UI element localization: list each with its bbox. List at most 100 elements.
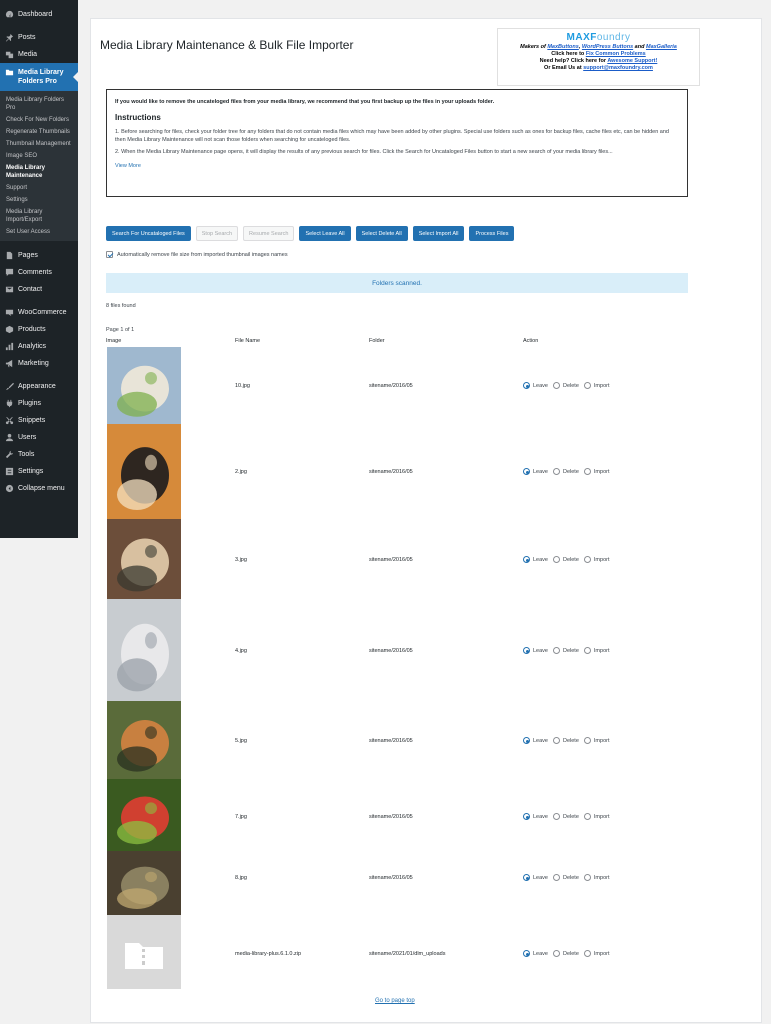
leave-label: Leave bbox=[533, 556, 548, 563]
page-icon bbox=[5, 251, 14, 260]
sidebar-item-snippets[interactable]: Snippets bbox=[0, 412, 78, 429]
leave-radio[interactable] bbox=[523, 737, 530, 744]
import-radio[interactable] bbox=[583, 737, 591, 744]
submenu-item-regenerate-thumbnails[interactable]: Regenerate Thumbnails bbox=[0, 126, 78, 138]
leave-radio[interactable] bbox=[523, 647, 530, 654]
sidebar-item-woocommerce[interactable]: WooCommerce bbox=[0, 304, 78, 321]
sidebar-item-tools[interactable]: Tools bbox=[0, 446, 78, 463]
file-name-cell: 8.jpg bbox=[235, 875, 247, 881]
delete-radio[interactable] bbox=[553, 382, 560, 389]
delete-radio[interactable] bbox=[553, 950, 560, 957]
resume-search-button[interactable]: Resume Search bbox=[243, 226, 295, 241]
leave-radio[interactable] bbox=[523, 468, 530, 475]
submenu-item-media-library-import-export[interactable]: Media Library Import/Export bbox=[0, 206, 78, 226]
sidebar-item-media-library-folders-pro[interactable]: Media Library Folders Pro bbox=[0, 63, 78, 91]
scissors-icon bbox=[5, 416, 14, 425]
settings-icon bbox=[5, 467, 14, 476]
import-radio[interactable] bbox=[583, 950, 591, 957]
search-uncataloged-button[interactable]: Search For Uncataloged Files bbox=[106, 226, 191, 241]
import-label: Import bbox=[593, 874, 610, 881]
leave-radio[interactable] bbox=[523, 813, 530, 820]
import-radio[interactable] bbox=[583, 556, 591, 563]
submenu-item-media-library-maintenance[interactable]: Media Library Maintenance bbox=[0, 162, 78, 182]
submenu-item-check-for-new-folders[interactable]: Check For New Folders bbox=[0, 114, 78, 126]
sidebar-item-label: Posts bbox=[18, 34, 36, 41]
delete-radio[interactable] bbox=[553, 647, 560, 654]
sidebar-item-pages[interactable]: Pages bbox=[0, 247, 78, 264]
process-files-button[interactable]: Process Files bbox=[469, 226, 515, 241]
action-toolbar: Search For Uncataloged Files Stop Search… bbox=[106, 226, 515, 241]
go-to-page-top-link[interactable]: Go to page top bbox=[375, 998, 415, 1004]
delete-radio[interactable] bbox=[553, 813, 560, 820]
leave-radio[interactable] bbox=[523, 950, 530, 957]
sidebar-item-products[interactable]: Products bbox=[0, 321, 78, 338]
leave-radio[interactable] bbox=[523, 556, 530, 563]
import-label: Import bbox=[593, 647, 610, 654]
maxfoundry-logo[interactable]: MAXFoundry bbox=[498, 32, 699, 44]
maxgalleria-link[interactable]: MaxGalleria bbox=[646, 44, 677, 50]
delete-radio[interactable] bbox=[553, 468, 560, 475]
sidebar-item-users[interactable]: Users bbox=[0, 429, 78, 446]
submenu-item-thumbnail-management[interactable]: Thumbnail Management bbox=[0, 138, 78, 150]
media-icon bbox=[5, 50, 14, 59]
import-radio[interactable] bbox=[583, 468, 591, 475]
fix-problems-link[interactable]: Fix Common Problems bbox=[586, 51, 646, 57]
stop-search-button[interactable]: Stop Search bbox=[195, 226, 239, 241]
import-radio[interactable] bbox=[583, 647, 591, 654]
folder-media-icon bbox=[5, 68, 14, 77]
product-icon bbox=[5, 325, 14, 334]
import-radio[interactable] bbox=[583, 874, 591, 881]
sidebar-item-marketing[interactable]: Marketing bbox=[0, 355, 78, 372]
sidebar-item-media[interactable]: Media bbox=[0, 46, 78, 63]
submenu-item-settings[interactable]: Settings bbox=[0, 194, 78, 206]
import-radio[interactable] bbox=[583, 813, 591, 820]
sidebar-item-collapse-menu[interactable]: Collapse menu bbox=[0, 480, 78, 497]
file-thumbnail bbox=[107, 915, 181, 989]
leave-radio[interactable] bbox=[523, 874, 530, 881]
delete-radio[interactable] bbox=[553, 737, 560, 744]
delete-label: Delete bbox=[563, 382, 579, 389]
sidebar-item-plugins[interactable]: Plugins bbox=[0, 395, 78, 412]
sidebar-item-analytics[interactable]: Analytics bbox=[0, 338, 78, 355]
file-action-group: Leave Delete Import bbox=[523, 468, 613, 475]
submenu-item-support[interactable]: Support bbox=[0, 182, 78, 194]
submenu-item-set-user-access[interactable]: Set User Access bbox=[0, 226, 78, 238]
sidebar-item-label: Snippets bbox=[18, 417, 46, 424]
sidebar-item-posts[interactable]: Posts bbox=[0, 29, 78, 46]
file-thumbnail bbox=[107, 851, 181, 915]
file-name-cell: media-library-plus.6.1.0.zip bbox=[235, 951, 302, 957]
delete-label: Delete bbox=[563, 813, 579, 820]
select-leave-all-button[interactable]: Select Leave All bbox=[299, 226, 351, 241]
auto-remove-checkbox[interactable] bbox=[106, 251, 113, 258]
submenu-item-media-library-folders-pro[interactable]: Media Library Folders Pro bbox=[0, 94, 78, 114]
import-label: Import bbox=[593, 556, 610, 563]
sidebar-item-appearance[interactable]: Appearance bbox=[0, 378, 78, 395]
view-more-link[interactable]: View More bbox=[115, 162, 679, 170]
sidebar-item-contact[interactable]: Contact bbox=[0, 281, 78, 298]
import-radio[interactable] bbox=[583, 382, 591, 389]
instruction-step-1: 1. Before searching for files, check you… bbox=[115, 129, 669, 143]
sidebar-item-settings[interactable]: Settings bbox=[0, 463, 78, 480]
sidebar-item-label: Users bbox=[18, 434, 37, 441]
wordpress-buttons-link[interactable]: WordPress Buttons bbox=[582, 44, 633, 50]
maxbuttons-link[interactable]: MaxButtons bbox=[547, 44, 578, 50]
sidebar-item-dashboard[interactable]: Dashboard bbox=[0, 6, 78, 23]
instruction-step-2: 2. When the Media Library Maintenance pa… bbox=[115, 149, 613, 155]
folder-cell: sitename/2016/05 bbox=[369, 814, 413, 820]
delete-radio[interactable] bbox=[553, 556, 560, 563]
folder-cell: sitename/2016/05 bbox=[369, 648, 413, 654]
leave-radio[interactable] bbox=[523, 382, 530, 389]
leave-label: Leave bbox=[533, 813, 548, 820]
select-import-all-button[interactable]: Select Import All bbox=[412, 226, 465, 241]
submenu-item-image-seo[interactable]: Image SEO bbox=[0, 150, 78, 162]
import-label: Import bbox=[593, 813, 610, 820]
sidebar-item-comments[interactable]: Comments bbox=[0, 264, 78, 281]
awesome-support-link[interactable]: Awesome Support! bbox=[607, 58, 657, 64]
plug-icon bbox=[5, 399, 14, 408]
sidebar-item-label: Media Library Folders Pro bbox=[18, 69, 64, 85]
file-name-cell: 2.jpg bbox=[235, 469, 247, 475]
instructions-notice: If you would like to remove the uncatelo… bbox=[106, 89, 688, 197]
delete-radio[interactable] bbox=[553, 874, 560, 881]
support-email-link[interactable]: support@maxfoundry.com bbox=[583, 65, 653, 71]
select-delete-all-button[interactable]: Select Delete All bbox=[355, 226, 408, 241]
